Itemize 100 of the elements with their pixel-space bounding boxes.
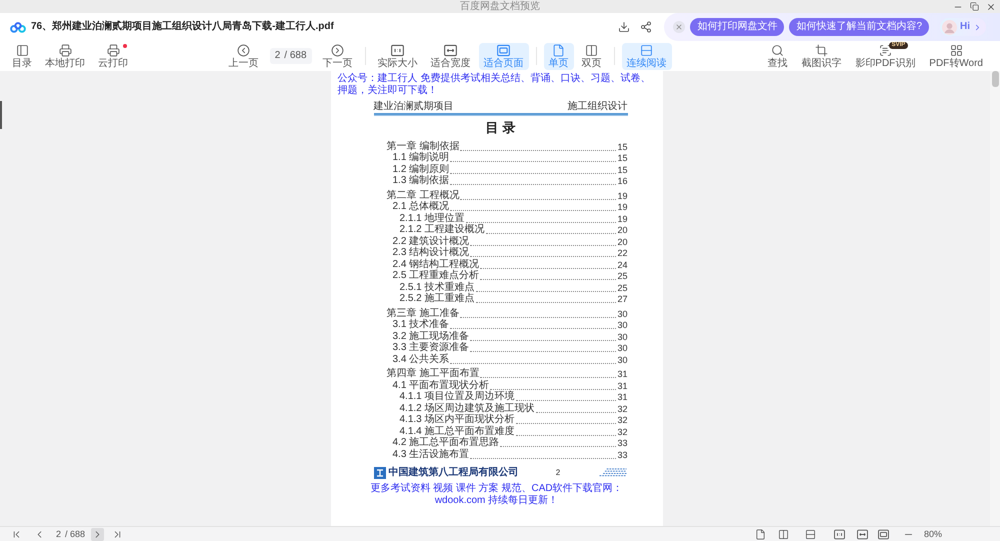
- toc-entry: 2.4 钢结构工程概况: [392, 260, 480, 270]
- sidebar-handle[interactable]: [0, 101, 2, 129]
- printer-icon: [106, 44, 120, 56]
- single-page-icon[interactable]: [754, 528, 766, 540]
- chevron-left-icon: [237, 44, 250, 56]
- next-page-button[interactable]: 下一页: [318, 42, 358, 70]
- window-title: 百度网盘文档预览: [460, 2, 540, 12]
- avatar-icon: [942, 20, 957, 34]
- zoom-level: 80%: [924, 530, 942, 538]
- toc-page-number: 31: [617, 382, 628, 390]
- page-number-field[interactable]: 2 / 688: [270, 48, 312, 64]
- close-button[interactable]: [673, 21, 686, 33]
- scrollbar-thumb[interactable]: [992, 71, 998, 87]
- first-page-icon[interactable]: [11, 528, 22, 540]
- fit-mode-button[interactable]: 实际大小: [372, 42, 423, 70]
- fit-width-icon: [444, 44, 458, 56]
- toc-entry: 3.2 施工现场准备: [392, 332, 470, 342]
- toc-page-number: 20: [617, 226, 628, 235]
- toc-page-number: 24: [617, 260, 628, 270]
- toc-page-number: 30: [617, 356, 628, 364]
- actual-size-icon: [391, 44, 404, 56]
- toc-entry: 4.1.2 场区周边建筑及施工现状: [400, 404, 535, 414]
- continuous-icon[interactable]: [804, 528, 816, 540]
- chevron-right-icon: [331, 44, 344, 56]
- toolbar-button[interactable]: 查找: [762, 42, 792, 70]
- double-page-icon[interactable]: [778, 528, 789, 540]
- toc-entry: 2.5.2 施工重难点: [400, 294, 475, 304]
- cloud-logo-icon: [10, 22, 26, 32]
- suggestion-chip[interactable]: 如何打印网盘文件: [690, 18, 784, 36]
- toc-page-number: 15: [617, 142, 628, 152]
- page-number: 2: [56, 530, 62, 538]
- toc-entry: 1.1 编制说明: [392, 153, 450, 163]
- close-icon: [675, 23, 684, 31]
- toc-entry: 第三章 施工准备: [386, 308, 460, 318]
- toc-entry: 4.1.4 施工总平面布置难度: [400, 426, 515, 436]
- fit-page-icon: [497, 44, 510, 56]
- toolbar-button[interactable]: 目录: [7, 42, 37, 70]
- printer-icon: [58, 44, 72, 56]
- toolbar-button[interactable]: PDF转Word: [924, 42, 988, 70]
- close-icon[interactable]: [986, 2, 996, 12]
- toc-page-number: 32: [617, 404, 628, 414]
- toc-page-number: 16: [617, 177, 628, 186]
- toc-page-number: 15: [617, 154, 628, 163]
- toc-page-number: 15: [617, 166, 628, 174]
- sidebar-icon: [16, 44, 28, 56]
- crop-icon: [814, 44, 828, 56]
- toc-page-number: 22: [617, 249, 628, 258]
- toc-page-number: 19: [617, 214, 628, 224]
- toc-page-number: 25: [617, 284, 628, 292]
- toc-page-number: 32: [617, 416, 628, 425]
- next-page-button[interactable]: [91, 528, 104, 540]
- toc-page-number: 31: [617, 370, 628, 379]
- toc-entry: 1.2 编制原则: [392, 164, 450, 174]
- restore-icon[interactable]: [970, 2, 979, 11]
- continuous-icon: [640, 44, 654, 56]
- toc-page-number: 30: [617, 332, 628, 342]
- toc-entry: 第二章 工程概况: [386, 190, 460, 200]
- page-total: / 688: [65, 530, 86, 538]
- share-icon[interactable]: [640, 21, 652, 33]
- suggestion-chip[interactable]: 如何快速了解当前文档内容?: [789, 18, 929, 36]
- top-notice: 公众号：建工行人 免费提供考试相关总结、背诵、口诀、习题、试卷、押题，关注即可下载！: [336, 72, 652, 97]
- toc-entry: 4.3 生活设施布置: [392, 450, 470, 460]
- page-mode-button[interactable]: 双页: [576, 42, 607, 70]
- fit-page-icon: [878, 528, 889, 540]
- toc-page-number: 25: [617, 272, 628, 281]
- grid-icon: [950, 44, 963, 56]
- toolbar-button[interactable]: 截图识字: [796, 42, 846, 70]
- chevron-right-icon: [973, 22, 982, 32]
- toc-entry: 4.2 施工总平面布置思路: [392, 438, 500, 448]
- toc-entry: 2.2 建筑设计概况: [392, 236, 470, 246]
- toc-page-number: 19: [617, 192, 628, 200]
- toc-entry: 2.1 总体概况: [392, 202, 450, 212]
- previous-page-button[interactable]: 上一页: [224, 42, 264, 70]
- toc-page-number: 32: [617, 428, 628, 436]
- toc-page-number: 33: [617, 439, 628, 448]
- toc-entry: 4.1.1 项目位置及周边环境: [400, 392, 515, 402]
- toc-entry: 2.5.1 技术重难点: [400, 282, 475, 292]
- fit-mode-button[interactable]: 适合宽度: [426, 42, 476, 70]
- toc-title: 目 录: [484, 120, 516, 135]
- toc-entry: 第四章 施工平面布置: [386, 369, 480, 379]
- toc-entry: 第一章 编制依据: [386, 142, 460, 152]
- company-name: 中国建筑第八工程局有限公司: [388, 468, 518, 478]
- double-page-icon: [585, 44, 598, 56]
- fit-width-icon: [856, 528, 868, 540]
- toc-entry: 2.1.1 地理位置: [400, 214, 465, 224]
- striped-logo-icon: [598, 468, 628, 477]
- toc-page-number: 31: [617, 393, 628, 402]
- actual-size-icon: [834, 528, 845, 540]
- toc-entry: 3.4 公共关系: [392, 354, 450, 364]
- toc-entry: 1.3 编制依据: [392, 176, 450, 186]
- toolbar-button[interactable]: 云打印: [93, 42, 133, 70]
- single-page-icon: [552, 44, 566, 56]
- bottom-notice: 更多考试资料 视频 课件 方案 规范、CAD软件下载官网：wdook.com 持续每日更新！: [369, 482, 624, 506]
- toc-entry: 4.1 平面布置现状分析: [392, 380, 490, 390]
- toolbar-button[interactable]: 本地打印: [40, 42, 90, 70]
- toc-entry: 2.3 结构设计概况: [392, 248, 470, 258]
- toc-page-number: 19: [617, 203, 628, 212]
- toc-page-number: 30: [617, 310, 628, 318]
- download-icon[interactable]: [618, 21, 630, 33]
- running-header: 建业泊澜贰期项目: [374, 102, 454, 112]
